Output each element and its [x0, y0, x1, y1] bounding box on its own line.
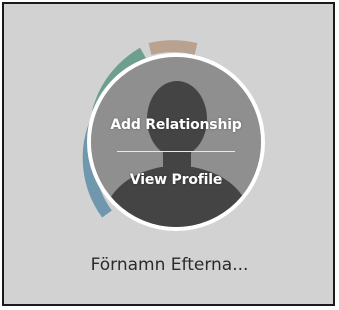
- view-profile-button[interactable]: View Profile: [91, 172, 261, 188]
- ring-segment-tan: [148, 40, 198, 55]
- menu-divider: [117, 151, 235, 152]
- add-relationship-button[interactable]: Add Relationship: [91, 117, 261, 133]
- avatar-action-overlay: Add Relationship View Profile: [91, 57, 261, 227]
- avatar[interactable]: Add Relationship View Profile: [87, 53, 265, 231]
- person-name[interactable]: Förnamn Efterna...: [0, 255, 339, 275]
